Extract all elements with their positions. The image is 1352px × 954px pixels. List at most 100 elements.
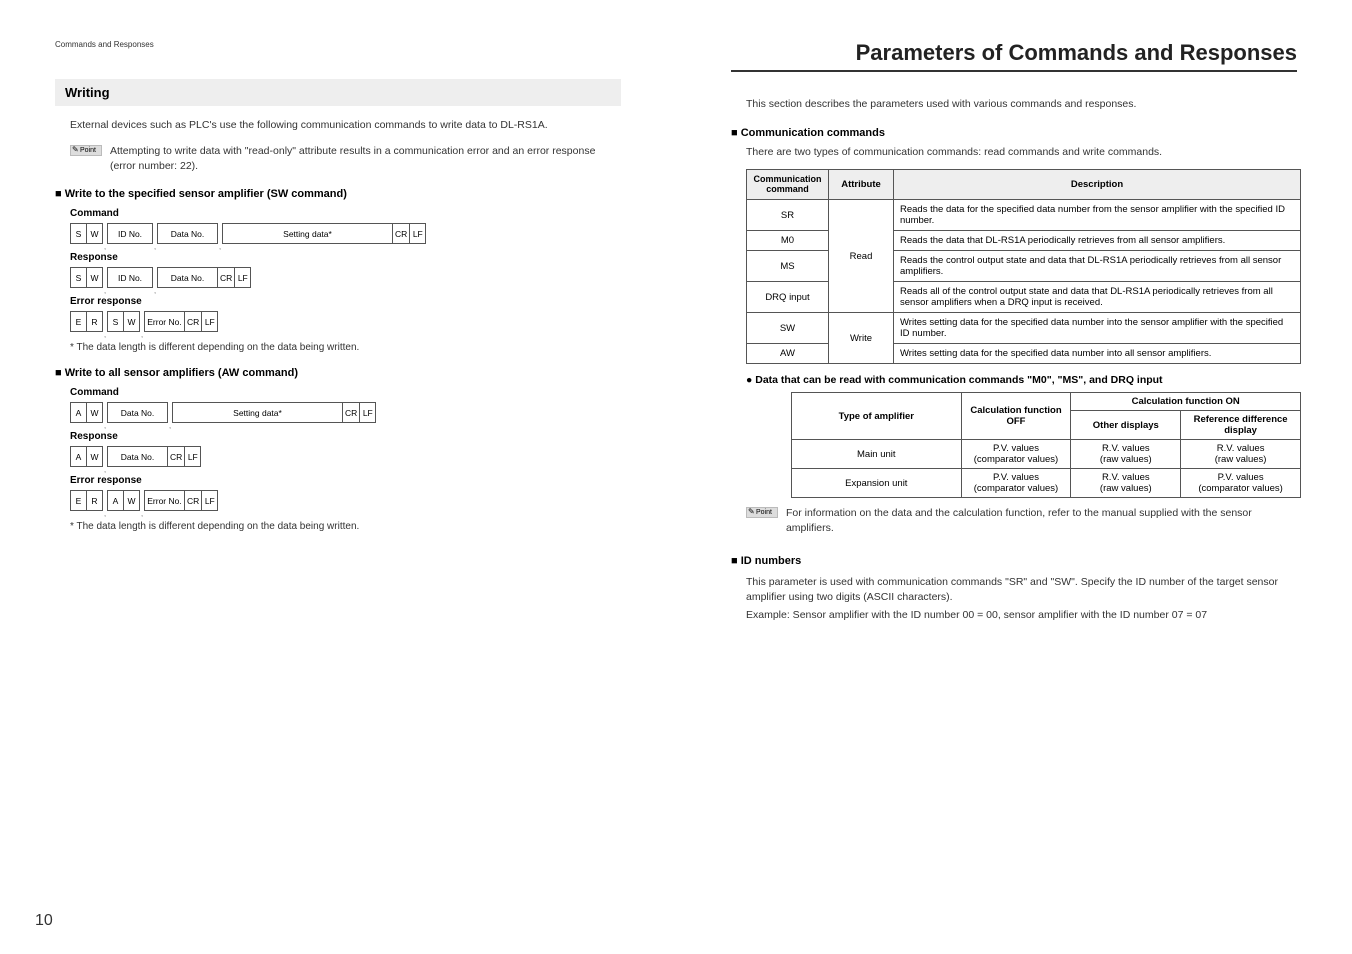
id-p1: This parameter is used with communicatio… — [746, 575, 1297, 607]
row-main: Main unit P.V. values(comparator values)… — [792, 440, 1301, 469]
desc-sw: Writes setting data for the specified da… — [894, 313, 1301, 344]
cell-exp-ref: P.V. values(comparator values) — [1181, 469, 1301, 498]
desc-drq: Reads all of the control output state an… — [894, 282, 1301, 313]
section-writing: Writing — [55, 79, 621, 106]
cell-read: Read — [829, 200, 894, 313]
cell-w: W — [87, 224, 103, 244]
cell-drq: DRQ input — [747, 282, 829, 313]
cell-exp-off: P.V. values(comparator values) — [961, 469, 1071, 498]
section-title: Writing — [65, 85, 611, 100]
cell-ms: MS — [747, 251, 829, 282]
cell-r: R — [87, 491, 103, 511]
cell-w: W — [87, 268, 103, 288]
aw-response-label: Response — [70, 431, 621, 442]
cell-id: ID No. — [108, 268, 153, 288]
cell-datano: Data No. — [108, 403, 168, 423]
cell-setting: Setting data* — [173, 403, 343, 423]
cell-lf: LF — [235, 268, 251, 288]
cell-lf: LF — [360, 403, 376, 423]
aw-command-frame: A W Data No. Setting data* CR LF — [70, 402, 621, 423]
th-desc: Description — [894, 169, 1301, 200]
th-cmd: Communication command — [747, 169, 829, 200]
cell-cr: CR — [393, 224, 410, 244]
sw-error-label: Error response — [70, 296, 621, 307]
cell-cr: CR — [185, 491, 202, 511]
row-exp: Expansion unit P.V. values(comparator va… — [792, 469, 1301, 498]
cell-main: Main unit — [792, 440, 962, 469]
cell-exp-other: R.V. values(raw values) — [1071, 469, 1181, 498]
cell-setting: Setting data* — [223, 224, 393, 244]
cell-r: R — [87, 312, 103, 332]
cell-w: W — [87, 403, 103, 423]
comm-heading: ■ Communication commands — [731, 127, 1297, 139]
cell-e: E — [71, 491, 87, 511]
cell-errno: Error No. — [145, 312, 185, 332]
page-title: Parameters of Commands and Responses — [731, 40, 1297, 72]
sw-command-frame: S W ID No. Data No. Setting data* CR LF — [70, 223, 621, 244]
cell-w: W — [87, 447, 103, 467]
cell-s: S — [108, 312, 124, 332]
aw-error-frame: E R A W Error No. CR LF — [70, 490, 621, 511]
page-right: Parameters of Commands and Responses Thi… — [676, 0, 1352, 954]
comm-intro: There are two types of communication com… — [746, 145, 1297, 161]
cell-s: S — [71, 224, 87, 244]
point-text: Attempting to write data with "read-only… — [110, 144, 621, 174]
cell-sr: SR — [747, 200, 829, 231]
cell-datano: Data No. — [108, 447, 168, 467]
cell-a: A — [71, 447, 87, 467]
sw-heading: ■ Write to the specified sensor amplifie… — [55, 188, 621, 200]
cell-cr: CR — [218, 268, 235, 288]
point-badge: Point — [746, 507, 778, 518]
cell-datano: Data No. — [158, 224, 218, 244]
desc-m0: Reads the data that DL-RS1A periodically… — [894, 231, 1301, 251]
cell-w: W — [124, 491, 140, 511]
id-heading: ■ ID numbers — [731, 555, 1297, 567]
cell-cr: CR — [168, 447, 185, 467]
th-other: Other displays — [1071, 411, 1181, 440]
point-note: Point Attempting to write data with "rea… — [70, 144, 621, 174]
point-text: For information on the data and the calc… — [786, 506, 1297, 536]
aw-command-label: Command — [70, 387, 621, 398]
aw-error-label: Error response — [70, 475, 621, 486]
cell-aw: AW — [747, 344, 829, 364]
cell-main-ref: R.V. values(raw values) — [1181, 440, 1301, 469]
cell-lf: LF — [202, 491, 218, 511]
id-p2: Example: Sensor amplifier with the ID nu… — [746, 608, 1297, 624]
aw-footnote: * The data length is different depending… — [70, 521, 621, 532]
cell-id: ID No. — [108, 224, 153, 244]
th-ref: Reference difference display — [1181, 411, 1301, 440]
cell-a: A — [108, 491, 124, 511]
cell-datano: Data No. — [158, 268, 218, 288]
cell-main-off: P.V. values(comparator values) — [961, 440, 1071, 469]
cell-lf: LF — [410, 224, 426, 244]
page-title-bar: Parameters of Commands and Responses — [731, 40, 1297, 72]
desc-sr: Reads the data for the specified data nu… — [894, 200, 1301, 231]
cell-cr: CR — [343, 403, 360, 423]
aw-heading: ■ Write to all sensor amplifiers (AW com… — [55, 367, 621, 379]
cell-write: Write — [829, 313, 894, 364]
running-header: Commands and Responses — [55, 40, 621, 49]
cell-s: S — [71, 268, 87, 288]
aw-response-frame: A W Data No. CR LF — [70, 446, 621, 467]
page-number: 10 — [35, 912, 53, 930]
cell-main-other: R.V. values(raw values) — [1071, 440, 1181, 469]
sw-error-frame: E R S W Error No. CR LF — [70, 311, 621, 332]
cell-exp: Expansion unit — [792, 469, 962, 498]
cell-a: A — [71, 403, 87, 423]
cell-lf: LF — [202, 312, 218, 332]
sw-command-label: Command — [70, 208, 621, 219]
writing-intro: External devices such as PLC's use the f… — [70, 118, 621, 134]
cell-sw: SW — [747, 313, 829, 344]
point-badge: Point — [70, 145, 102, 156]
calc-table: Type of amplifier Calculation function O… — [791, 392, 1301, 498]
comm-table: Communication command Attribute Descript… — [746, 169, 1301, 365]
point-note-right: Point For information on the data and th… — [746, 506, 1297, 536]
cell-m0: M0 — [747, 231, 829, 251]
cell-lf: LF — [185, 447, 201, 467]
th-type: Type of amplifier — [792, 393, 962, 440]
th-calcoff: Calculation function OFF — [961, 393, 1071, 440]
param-intro: This section describes the parameters us… — [746, 97, 1297, 113]
dataread-heading: ● Data that can be read with communicati… — [746, 374, 1297, 386]
sw-footnote: * The data length is different depending… — [70, 342, 621, 353]
cell-errno: Error No. — [145, 491, 185, 511]
